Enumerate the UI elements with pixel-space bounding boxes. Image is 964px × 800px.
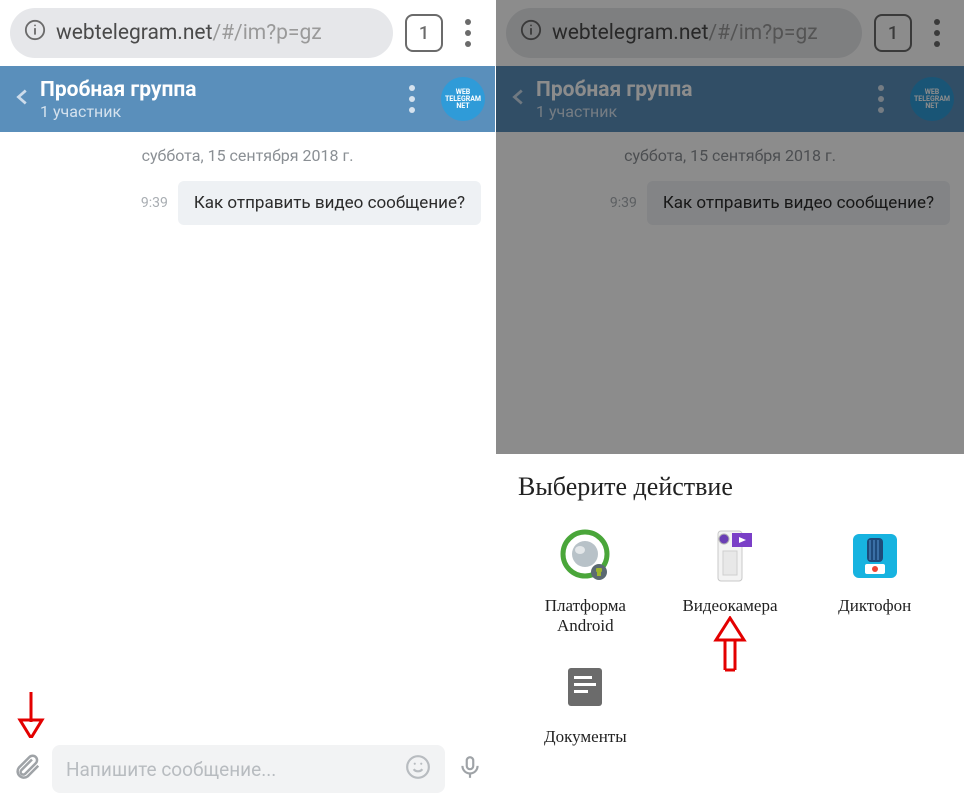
sheet-item-camera[interactable]: Видеокамера (663, 524, 798, 637)
message-placeholder: Напишите сообщение... (66, 758, 405, 781)
attach-icon[interactable] (12, 752, 42, 786)
chat-body: суббота, 15 сентября 2018 г. 9:39 Как от… (0, 132, 495, 800)
chat-title: Пробная группа (40, 78, 397, 102)
chat-menu-button[interactable] (397, 85, 427, 113)
camera-icon (698, 524, 762, 588)
url-path: /#/im?p=gz (212, 21, 321, 45)
annotation-arrow-camera (710, 616, 750, 676)
emoji-icon[interactable] (405, 754, 431, 785)
sheet-grid: Платформа Android Видеокамера (518, 524, 942, 747)
sheet-item-documents[interactable]: Документы (518, 655, 653, 747)
url-host: webtelegram.net (56, 21, 212, 45)
browser-address-bar: webtelegram.net /#/im?p=gz 1 (0, 0, 495, 66)
browser-menu-button[interactable] (451, 14, 485, 52)
sheet-label: Видеокамера (682, 596, 777, 616)
android-icon (553, 524, 617, 588)
modal-overlay[interactable] (496, 0, 964, 454)
message-row: 9:39 Как отправить видео сообщение? (0, 177, 495, 229)
sheet-label: Платформа Android (518, 596, 653, 637)
action-sheet: Выберите действие Платформа Android (496, 454, 964, 800)
avatar-text: WEB TELEGRAM NET (441, 89, 485, 110)
url-field[interactable]: webtelegram.net /#/im?p=gz (10, 8, 393, 58)
message-time: 9:39 (141, 195, 168, 211)
panel-left: webtelegram.net /#/im?p=gz 1 Пробная гру… (0, 0, 496, 800)
annotation-arrow-attach (16, 690, 46, 740)
date-separator: суббота, 15 сентября 2018 г. (0, 132, 495, 177)
sheet-title: Выберите действие (518, 472, 942, 502)
message-composer: Напишите сообщение... (0, 738, 495, 800)
sheet-item-dictaphone[interactable]: Диктофон (807, 524, 942, 637)
message-input[interactable]: Напишите сообщение... (52, 745, 445, 793)
documents-icon (553, 655, 617, 719)
back-button[interactable] (10, 82, 40, 116)
chat-subtitle: 1 участник (40, 102, 397, 121)
sheet-label: Документы (544, 727, 627, 747)
tabs-button[interactable]: 1 (405, 14, 443, 52)
dictaphone-icon (843, 524, 907, 588)
info-icon (24, 19, 46, 47)
panel-right: webtelegram.net /#/im?p=gz 1 Пробная гру… (496, 0, 964, 800)
chat-avatar[interactable]: WEB TELEGRAM NET (441, 77, 485, 121)
chat-title-area[interactable]: Пробная группа 1 участник (40, 78, 397, 121)
tab-count: 1 (419, 23, 429, 44)
message-bubble[interactable]: Как отправить видео сообщение? (178, 181, 481, 225)
mic-icon[interactable] (457, 754, 483, 784)
sheet-label: Диктофон (838, 596, 911, 616)
chat-header: Пробная группа 1 участник WEB TELEGRAM N… (0, 66, 495, 132)
sheet-item-android[interactable]: Платформа Android (518, 524, 653, 637)
